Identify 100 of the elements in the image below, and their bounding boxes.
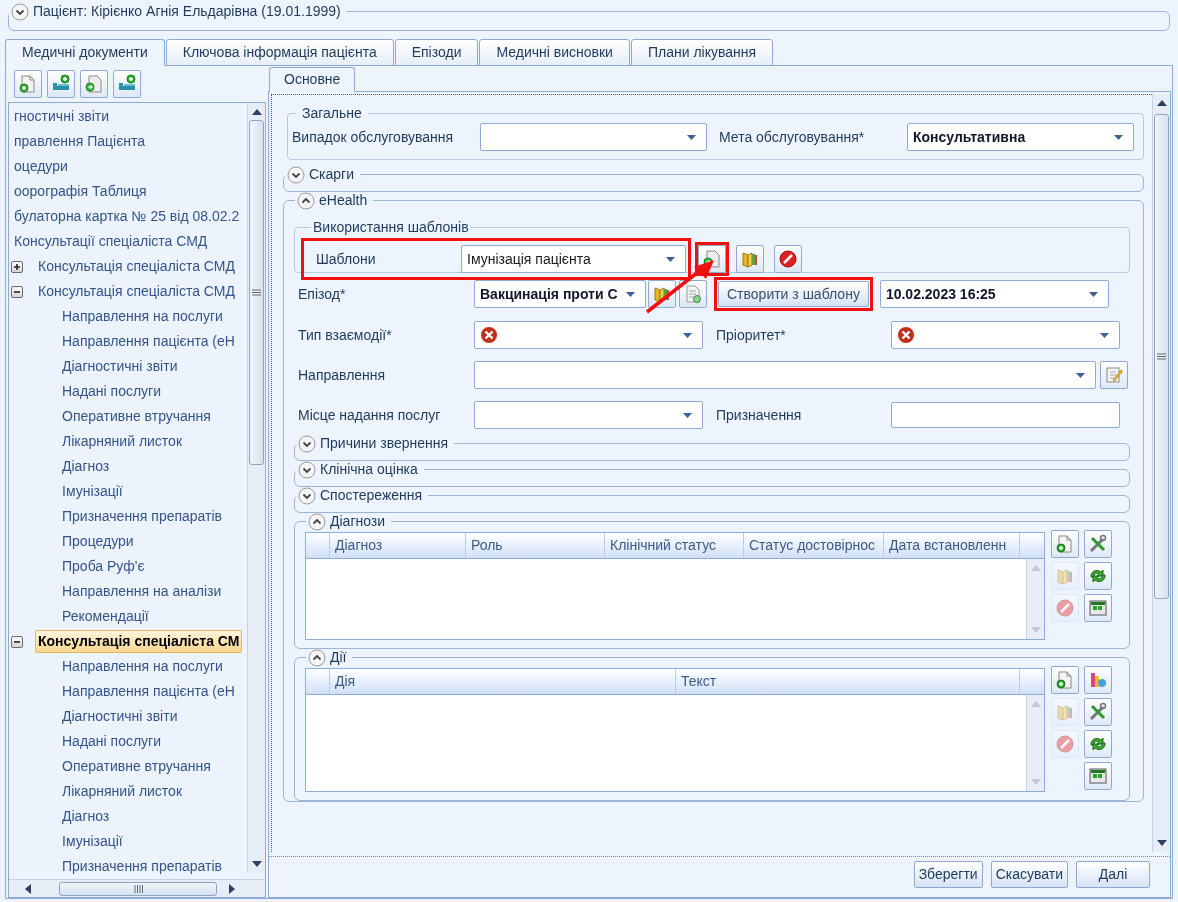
combo-box[interactable]: Вакцинація проти С [474, 280, 646, 308]
footer-button[interactable]: Далі [1076, 861, 1150, 888]
tree-item[interactable]: Оперативне втручання [59, 755, 214, 778]
tab[interactable]: Плани лікування [630, 39, 774, 66]
tree-item[interactable]: Призначення препаратів [59, 855, 226, 878]
column-header[interactable]: Дія [330, 669, 676, 694]
combo-box[interactable] [474, 361, 1096, 389]
expand-icon[interactable] [298, 460, 316, 479]
tree-item[interactable]: Направлення пацієнта (eH [59, 330, 238, 353]
tree-item[interactable]: Надані послуги [59, 730, 165, 753]
tree-item[interactable]: Проба Руф'є [59, 555, 148, 578]
tree-item[interactable]: Направлення на послуги [59, 655, 226, 678]
add-bed-button[interactable] [113, 70, 141, 98]
scroll-up-icon[interactable] [1156, 100, 1167, 106]
tab[interactable]: Епізоди [394, 39, 479, 66]
footer-button[interactable]: Скасувати [990, 861, 1068, 888]
tree-item[interactable]: Консультація спеціаліста СМ [35, 630, 243, 653]
combo-box[interactable]: Консультативна [907, 123, 1134, 151]
footer-button[interactable]: Зберегти [913, 861, 983, 888]
tree-item[interactable]: Діагноз [59, 455, 113, 478]
tree-item[interactable]: Імунізації [59, 830, 126, 853]
tree-item[interactable]: Направлення на аналізи [59, 580, 225, 603]
scroll-right-icon[interactable] [229, 883, 235, 894]
tools-button[interactable] [1084, 698, 1112, 726]
add-button[interactable] [1051, 530, 1079, 558]
tree-item[interactable]: Імунізації [59, 480, 126, 503]
tree-item[interactable]: правлення Пацієнта [11, 130, 149, 153]
document-list-icon [683, 284, 703, 304]
combo-box[interactable] [891, 321, 1120, 349]
expand-icon[interactable] [287, 165, 305, 184]
combo-box[interactable] [474, 401, 703, 429]
chart-button[interactable] [1084, 666, 1112, 694]
table-button[interactable] [1084, 762, 1112, 790]
column-header[interactable]: Статус достовірнос [744, 533, 884, 558]
expand-icon[interactable] [11, 2, 29, 21]
add-button[interactable] [1051, 666, 1079, 694]
scrollbar[interactable] [247, 103, 265, 873]
collapse-icon[interactable] [297, 191, 315, 210]
add-button[interactable] [14, 70, 42, 98]
tree-item[interactable]: Консультація спеціаліста СМД [35, 255, 238, 278]
tree-item[interactable]: Направлення пацієнта (eH [59, 680, 238, 703]
text-field[interactable] [891, 402, 1120, 428]
open-button[interactable] [736, 245, 764, 273]
column-header[interactable]: Роль [466, 533, 605, 558]
collapse-toggle[interactable] [11, 635, 23, 648]
scroll-thumb[interactable] [1154, 114, 1169, 599]
apply-template-button[interactable] [80, 70, 108, 98]
tree-item[interactable]: оцедури [11, 155, 71, 178]
column-header[interactable]: Клінічний статус [605, 533, 744, 558]
document-list-button[interactable] [679, 280, 707, 308]
tree-item[interactable]: Консультація спеціаліста СМД [35, 280, 238, 303]
expand-toggle[interactable] [11, 260, 23, 273]
tree-item[interactable]: Лікарняний листок [59, 780, 186, 803]
combo-box[interactable] [480, 123, 707, 151]
edit-button[interactable] [1100, 361, 1128, 389]
tree-item[interactable]: Процедури [59, 530, 137, 553]
tree-item[interactable]: Оперативне втручання [59, 405, 214, 428]
tree-item[interactable]: Направлення на послуги [59, 305, 226, 328]
tree-item[interactable]: Рекомендації [59, 605, 152, 628]
refresh-button[interactable] [1084, 562, 1112, 590]
tab[interactable]: Ключова інформація пацієнта [165, 39, 394, 66]
combo-box[interactable]: 10.02.2023 16:25 [879, 280, 1109, 308]
tree-item[interactable]: Призначення препаратів [59, 505, 226, 528]
tab[interactable]: Медичні документи [5, 39, 165, 66]
table-button[interactable] [1084, 594, 1112, 622]
scroll-down-icon[interactable] [1156, 840, 1167, 846]
add-bed-button[interactable] [47, 70, 75, 98]
tree-item[interactable]: Діагноз [59, 805, 113, 828]
expand-icon[interactable] [298, 434, 316, 453]
tree-item[interactable]: Діагностичні звіти [59, 355, 181, 378]
column-header[interactable]: Текст [676, 669, 1020, 694]
column-header[interactable]: Діагноз [330, 533, 466, 558]
scroll-left-icon[interactable] [25, 883, 31, 894]
collapse-toggle[interactable] [11, 285, 23, 298]
tree-item[interactable]: Лікарняний листок [59, 430, 186, 453]
tree-item[interactable]: Консультації спеціаліста СМД [11, 230, 211, 253]
combo-box[interactable] [474, 321, 703, 349]
scrollbar[interactable] [9, 879, 265, 897]
tab[interactable]: Медичні висновки [479, 39, 630, 66]
refresh-button[interactable] [1084, 730, 1112, 758]
tab[interactable]: Основне [269, 67, 356, 92]
combo-box[interactable]: Імунізація пацієнта [461, 245, 686, 273]
tree-item[interactable]: гностичні звіти [11, 105, 113, 128]
tree-item[interactable]: Діагностичні звіти [59, 705, 181, 728]
delete-button[interactable] [774, 245, 802, 273]
scroll-thumb[interactable] [249, 120, 264, 465]
tools-button[interactable] [1084, 530, 1112, 558]
scroll-down-icon[interactable] [251, 861, 262, 867]
refresh-icon [1088, 734, 1108, 754]
column-header[interactable]: Дата встановленн [884, 533, 1020, 558]
tree-item[interactable]: оорографія Таблиця [11, 180, 150, 203]
scroll-up-icon[interactable] [251, 109, 262, 115]
scroll-thumb[interactable] [59, 881, 217, 896]
expand-icon[interactable] [298, 486, 316, 505]
create-from-template-button[interactable]: Створити з шаблону [718, 281, 869, 307]
collapse-icon[interactable] [308, 648, 326, 667]
tree-item[interactable]: Надані послуги [59, 380, 165, 403]
collapse-icon[interactable] [308, 512, 326, 531]
tree-item[interactable]: булаторна картка № 25 від 08.02.2 [11, 205, 243, 228]
scrollbar[interactable] [1152, 94, 1170, 852]
